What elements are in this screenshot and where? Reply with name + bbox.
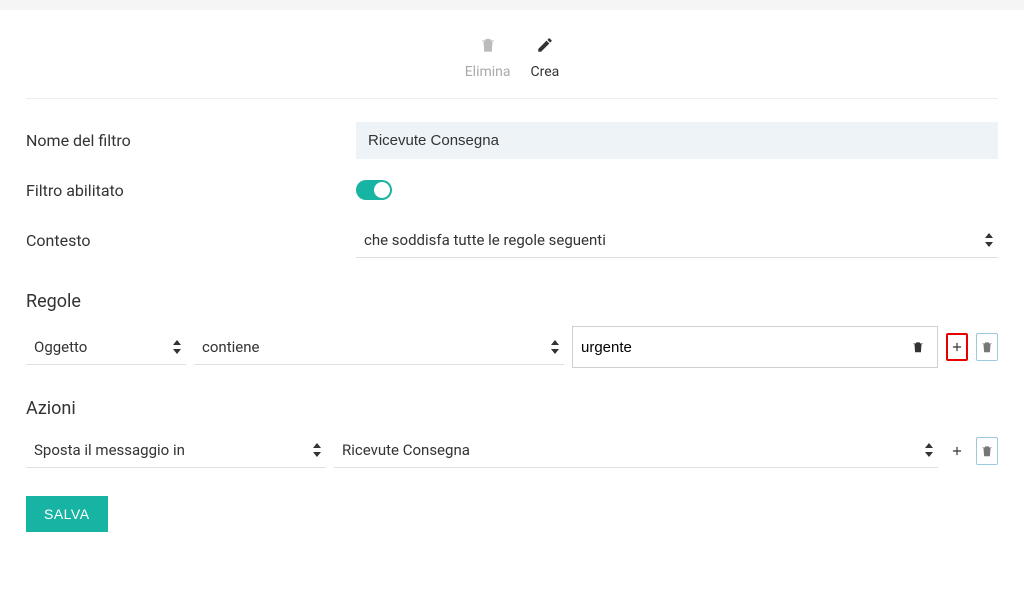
action-type-value: Sposta il messaggio in [34, 441, 185, 459]
sort-icon [172, 340, 182, 354]
sort-icon [550, 340, 560, 354]
rule-delete-button[interactable] [976, 333, 998, 361]
context-select[interactable]: che soddisfa tutte le regole seguenti [356, 223, 998, 258]
action-delete-button[interactable] [976, 437, 998, 465]
tab-bar: Elimina Crea [8, 10, 1016, 98]
action-add-button[interactable] [946, 437, 968, 465]
save-button[interactable]: SALVA [26, 496, 108, 532]
filter-name-input[interactable] [356, 122, 998, 159]
sort-icon [924, 443, 934, 457]
filter-enabled-toggle[interactable] [356, 180, 392, 200]
sort-icon [984, 233, 994, 247]
rule-operator-select[interactable]: contiene [194, 330, 564, 365]
tab-delete: Elimina [465, 36, 511, 80]
rule-field-value: Oggetto [34, 338, 87, 356]
pencil-icon [536, 36, 554, 58]
tab-delete-label: Elimina [465, 64, 511, 80]
rule-clear-button[interactable] [907, 333, 929, 361]
tab-create[interactable]: Crea [531, 36, 560, 80]
action-target-value: Ricevute Consegna [342, 441, 470, 459]
filter-name-label: Nome del filtro [26, 131, 356, 150]
action-row: Sposta il messaggio in Ricevute Consegna [8, 433, 1016, 468]
rules-title: Regole [8, 291, 1016, 312]
action-target-select[interactable]: Ricevute Consegna [334, 433, 938, 468]
tab-create-label: Crea [531, 64, 560, 80]
rule-value-wrap [572, 326, 938, 368]
action-type-select[interactable]: Sposta il messaggio in [26, 433, 326, 468]
rule-operator-value: contiene [202, 338, 259, 356]
sort-icon [312, 443, 322, 457]
top-bar [0, 0, 1024, 10]
trash-icon [479, 36, 497, 58]
rule-field-select[interactable]: Oggetto [26, 330, 186, 365]
context-value: che soddisfa tutte le regole seguenti [364, 231, 606, 249]
filter-enabled-label: Filtro abilitato [26, 181, 356, 200]
rule-row: Oggetto contiene [8, 326, 1016, 368]
context-label: Contesto [26, 231, 356, 250]
rule-add-button[interactable] [946, 333, 968, 361]
rule-value-input[interactable] [581, 339, 901, 356]
actions-title: Azioni [8, 398, 1016, 419]
